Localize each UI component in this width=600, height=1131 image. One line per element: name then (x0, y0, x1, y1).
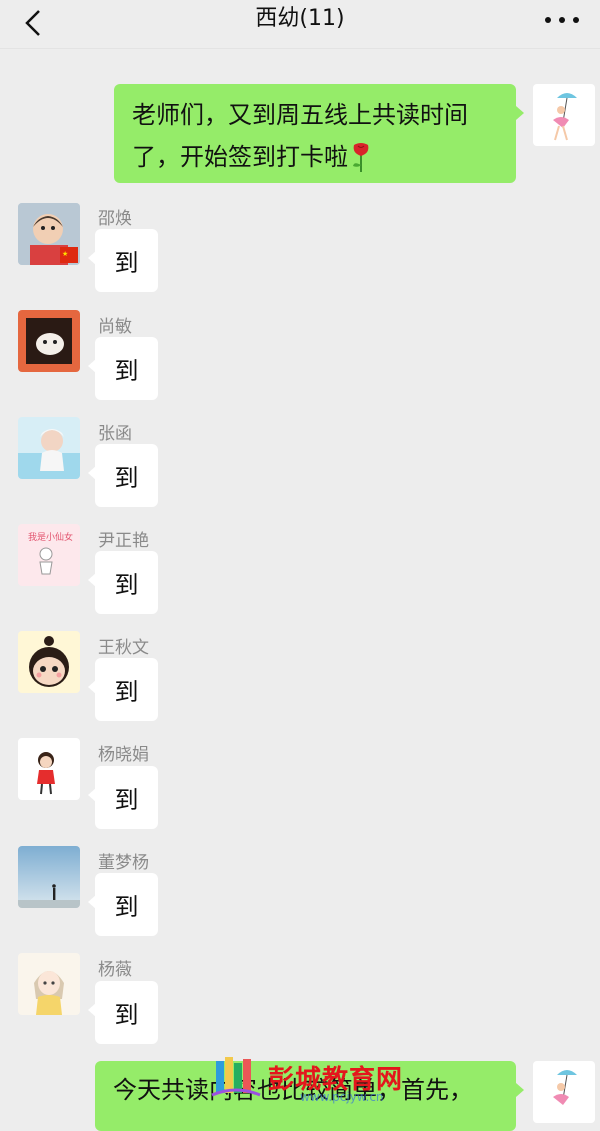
anime-girl-avatar-icon (18, 953, 80, 1015)
rose-emoji (353, 143, 369, 172)
more-dots-icon (545, 17, 579, 23)
sender-name: 杨薇 (98, 960, 132, 980)
sender-name: 杨晓娟 (98, 745, 149, 765)
incoming-message[interactable]: 到 (88, 766, 158, 829)
avatar-dongmengyang[interactable] (18, 846, 80, 908)
incoming-message[interactable]: 到 (88, 873, 158, 936)
sender-name: 王秋文 (98, 638, 149, 658)
avatar-yangxiaojuan[interactable] (18, 738, 80, 800)
more-button[interactable] (542, 10, 582, 30)
incoming-message[interactable]: 到 (88, 981, 158, 1044)
books-logo-icon (211, 1057, 261, 1097)
chat-header: 西幼(11) (0, 0, 600, 49)
message-text-line1: 老师们，又到周五线上共读时间 (132, 101, 468, 129)
cartoon-face-avatar-icon (18, 631, 80, 693)
avatar-zhanghan[interactable] (18, 417, 80, 479)
svg-text:我是小仙女: 我是小仙女 (28, 531, 73, 543)
svg-text:★: ★ (62, 250, 68, 258)
sender-name: 邵焕 (98, 209, 132, 229)
avatar-yinzhengyan[interactable]: 我是小仙女 (18, 524, 80, 586)
message-text-line2: 了，开始签到打卡啦 (132, 136, 498, 178)
avatar-shangmin[interactable] (18, 310, 80, 372)
self-avatar[interactable] (533, 84, 595, 146)
incoming-message[interactable]: 到 (88, 551, 158, 614)
chat-title: 西幼(11) (255, 6, 345, 31)
cat-photo-avatar-icon (18, 310, 80, 372)
incoming-message[interactable]: 到 (88, 658, 158, 721)
watermark-url: www.pcjyw.cn (300, 1090, 384, 1104)
incoming-message[interactable]: 到 (88, 337, 158, 400)
avatar-wangqiuwen[interactable] (18, 631, 80, 693)
sender-name: 尚敏 (98, 317, 132, 337)
cartoon-red-girl-avatar-icon (18, 738, 80, 800)
dancer-umbrella-avatar-icon (553, 93, 577, 141)
outgoing-message[interactable]: 老师们，又到周五线上共读时间 了，开始签到打卡啦 (114, 84, 524, 183)
child-photo-avatar-icon: ★ (18, 203, 80, 265)
sender-name: 董梦杨 (98, 853, 149, 873)
incoming-message[interactable]: 到 (88, 444, 158, 507)
avatar-yangwei[interactable] (18, 953, 80, 1015)
cartoon-girl-avatar-icon: 我是小仙女 (18, 524, 80, 586)
sender-name: 张函 (98, 424, 132, 444)
sender-name: 尹正艳 (98, 531, 149, 551)
sky-person-avatar-icon (18, 846, 80, 908)
incoming-message[interactable]: 到 (88, 229, 158, 292)
avatar-shaohuan[interactable]: ★ (18, 203, 80, 265)
girl-pool-avatar-icon (18, 417, 80, 479)
